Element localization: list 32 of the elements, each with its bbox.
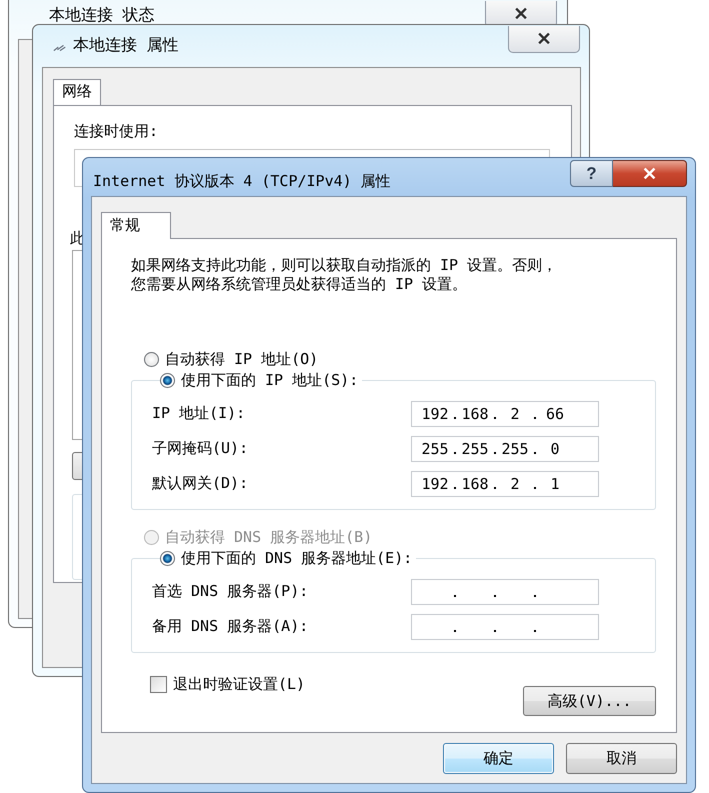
field-label: 首选 DNS 服务器(P): [152,582,310,601]
validate-checkbox[interactable]: 退出时验证设置(L) [150,675,306,694]
advanced-button[interactable]: 高级(V)... [523,686,656,716]
tab[interactable]: 网络 [53,79,101,106]
window-title: 本地连接 属性 [73,35,179,56]
radio-button[interactable] [160,551,175,566]
ip-address-field[interactable] [411,578,599,604]
close-button[interactable]: ✕ [508,26,580,53]
ip-address-field[interactable]: 192 168 2 1 [411,470,599,496]
radio-option[interactable]: 自动获得 IP 地址(O) [144,350,656,369]
field-label: 连接时使用: [74,122,160,142]
ip-address-field[interactable] [411,614,599,640]
network-icon [53,43,67,53]
ip-address-field[interactable]: 192 168 2 66 [411,400,599,426]
ok-button[interactable]: 确定 [443,743,554,774]
ip-address-field[interactable]: 255 255 255 0 [411,436,599,462]
tab[interactable]: 常规 [101,212,171,239]
window-title: 本地连接 状态 [49,5,155,26]
field-label: 备用 DNS 服务器(A): [152,617,310,636]
window-title: Internet 协议版本 4 (TCP/IPv4) 属性 [92,172,391,190]
cancel-button[interactable]: 取消 [566,743,677,774]
field-label: 默认网关(D): [152,474,250,493]
field-label: 子网掩码(U): [152,439,250,458]
description-text: 您需要从网络系统管理员处获得适当的 IP 设置。 [131,275,468,294]
radio-button[interactable] [144,352,159,367]
description-text: 如果网络支持此功能，则可以获取自动指派的 IP 设置。否则， [131,256,558,275]
radio-button[interactable] [160,373,175,388]
radio-option[interactable]: 使用下面的 DNS 服务器地址(E): [160,549,416,568]
help-button[interactable]: ? [570,160,613,187]
field-label: IP 地址(I): [152,404,246,423]
close-button[interactable]: ✕ [613,160,687,187]
radio-option[interactable]: 使用下面的 IP 地址(S): [160,371,362,390]
